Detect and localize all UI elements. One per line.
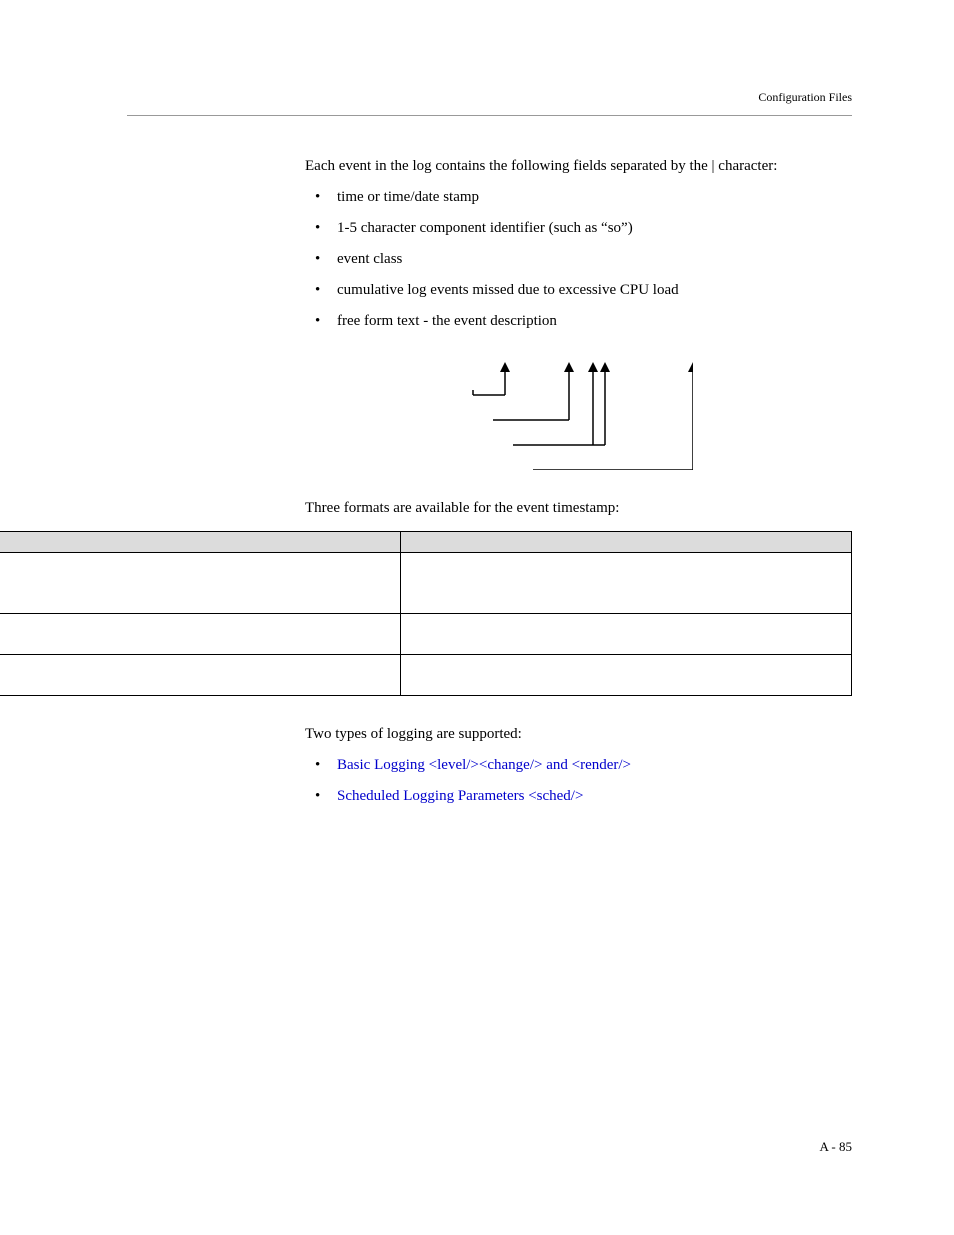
field-bullet-list: time or time/date stamp 1-5 character co… (313, 189, 852, 330)
table-cell (0, 655, 401, 696)
list-item: Basic Logging <level/><change/> and <ren… (313, 757, 852, 774)
table-header (401, 532, 852, 553)
logging-intro: Two types of logging are supported: (305, 726, 852, 743)
formats-table (0, 531, 852, 696)
table-cell (0, 553, 401, 614)
table-row (0, 553, 852, 614)
table-cell (401, 614, 852, 655)
list-item: event class (313, 251, 852, 268)
list-item: time or time/date stamp (313, 189, 852, 206)
list-item: Scheduled Logging Parameters <sched/> (313, 788, 852, 805)
table-cell (401, 553, 852, 614)
page-header-label: Configuration Files (127, 90, 852, 105)
page-number: A - 85 (820, 1139, 853, 1155)
formats-intro: Three formats are available for the even… (305, 500, 852, 517)
list-item: cumulative log events missed due to exce… (313, 282, 852, 299)
list-item: 1-5 character component identifier (such… (313, 220, 852, 237)
table-row (0, 655, 852, 696)
header-rule (127, 115, 852, 116)
scheduled-logging-link[interactable]: Scheduled Logging Parameters <sched/> (337, 788, 583, 804)
table-cell (401, 655, 852, 696)
basic-logging-link[interactable]: Basic Logging <level/><change/> and <ren… (337, 757, 631, 773)
list-item: free form text - the event description (313, 313, 852, 330)
table-header (0, 532, 401, 553)
logging-links-list: Basic Logging <level/><change/> and <ren… (313, 757, 852, 805)
table-cell (0, 614, 401, 655)
field-diagram (393, 360, 693, 470)
table-row (0, 614, 852, 655)
intro-paragraph: Each event in the log contains the follo… (305, 158, 852, 175)
